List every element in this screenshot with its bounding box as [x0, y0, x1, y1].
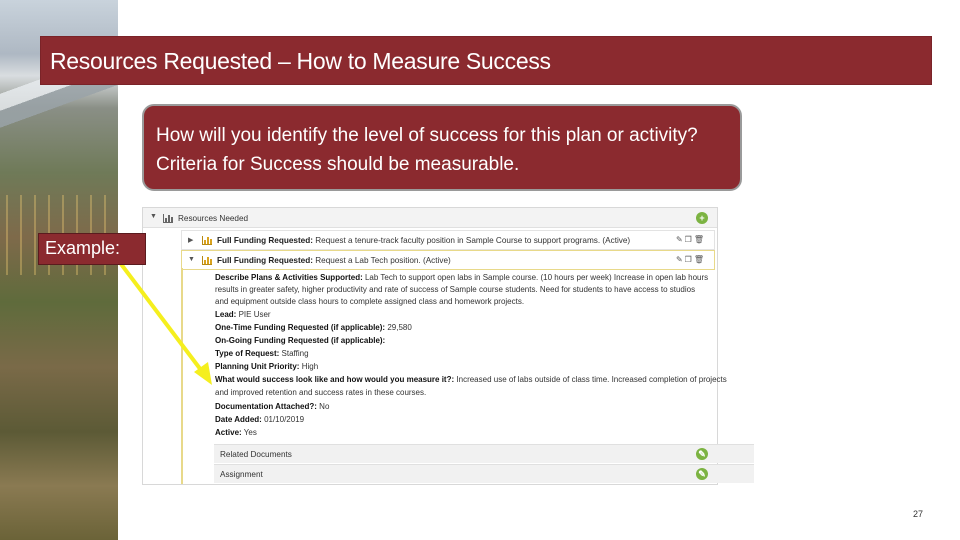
detail-value: No: [319, 402, 330, 411]
row-prefix: Full Funding Requested:: [217, 236, 313, 245]
title-bold: Resources Requested: [50, 48, 272, 74]
delete-icon[interactable]: 🗑: [694, 255, 706, 264]
detail-line: What would success look like and how wou…: [215, 375, 727, 384]
detail-value: Increased use of labs outside of class t…: [456, 375, 727, 384]
resources-header[interactable]: ▼ Resources Needed +: [143, 208, 717, 228]
detail-value: 29,580: [387, 323, 412, 332]
detail-label: Active:: [215, 428, 242, 437]
edit-icon[interactable]: ✎: [676, 255, 685, 264]
detail-line: and improved retention and success rates…: [215, 388, 426, 397]
callout-text: How will you identify the level of succe…: [156, 125, 698, 175]
detail-value: Staffing: [281, 349, 309, 358]
detail-label: What would success look like and how wou…: [215, 375, 455, 384]
list-item[interactable]: ▼ Full Funding Requested: Request a Lab …: [181, 250, 715, 270]
detail-label: Describe Plans & Activities Supported:: [215, 273, 363, 282]
detail-line: Lead: PIE User: [215, 310, 271, 319]
bar-chart-icon: [163, 214, 173, 223]
page-number: 27: [913, 509, 924, 519]
detail-label: On-Going Funding Requested (if applicabl…: [215, 336, 386, 345]
detail-value: Yes: [243, 428, 257, 437]
detail-line: and equipment outside class hours to com…: [215, 297, 524, 306]
copy-icon[interactable]: ❐: [685, 235, 694, 244]
row-tools: ✎❐🗑: [676, 235, 706, 244]
edit-icon[interactable]: ✎: [676, 235, 685, 244]
example-label: Example:: [38, 233, 146, 265]
row-text: Request a tenure-track faculty position …: [315, 236, 631, 245]
subsection-label: Related Documents: [220, 450, 292, 459]
title-rest: How to Measure Success: [296, 48, 551, 74]
detail-value: and equipment outside class hours to com…: [215, 297, 525, 306]
slide: Resources Requested – How to Measure Suc…: [0, 0, 960, 540]
row-prefix: Full Funding Requested:: [217, 256, 313, 265]
list-item-label: Full Funding Requested: Request a Lab Te…: [217, 256, 647, 265]
bar-chart-icon: [202, 236, 212, 245]
callout-box: How will you identify the level of succe…: [142, 104, 742, 191]
detail-line: Documentation Attached?: No: [215, 402, 329, 411]
assignment-row[interactable]: Assignment ✎: [214, 464, 754, 483]
detail-line: Type of Request: Staffing: [215, 349, 309, 358]
screenshot-panel: ▼ Resources Needed + ▶ Full Funding Requ…: [142, 207, 754, 485]
detail-line: Date Added: 01/10/2019: [215, 415, 304, 424]
detail-line: On-Going Funding Requested (if applicabl…: [215, 336, 385, 345]
detail-label: Lead:: [215, 310, 237, 319]
section-title: Resources Needed: [178, 214, 249, 223]
detail-line: results in greater safety, higher produc…: [215, 285, 695, 294]
arrow-shaft: [119, 262, 206, 376]
row-text: Request a Lab Tech position. (Active): [315, 256, 451, 265]
detail-value: and improved retention and success rates…: [215, 388, 427, 397]
detail-line: Planning Unit Priority: High: [215, 362, 318, 371]
list-item[interactable]: ▶ Full Funding Requested: Request a tenu…: [181, 230, 715, 250]
detail-value: results in greater safety, higher produc…: [215, 285, 696, 294]
title-separator: –: [271, 48, 297, 74]
edit-icon[interactable]: ✎: [696, 468, 708, 480]
detail-line: Active: Yes: [215, 428, 257, 437]
detail-value: Lab Tech to support open labs in Sample …: [364, 273, 709, 282]
example-label-text: Example:: [45, 238, 121, 258]
detail-value: 01/10/2019: [264, 415, 305, 424]
detail-label: Date Added:: [215, 415, 262, 424]
detail-line: Describe Plans & Activities Supported: L…: [215, 273, 708, 282]
caret-right-icon[interactable]: ▶: [188, 236, 193, 244]
detail-label: Type of Request:: [215, 349, 280, 358]
detail-label: One-Time Funding Requested (if applicabl…: [215, 323, 386, 332]
caret-down-icon[interactable]: ▼: [150, 213, 157, 220]
arrow-icon: [119, 262, 212, 385]
slide-title: Resources Requested – How to Measure Suc…: [40, 36, 932, 85]
plus-icon[interactable]: +: [696, 212, 708, 224]
edit-icon[interactable]: ✎: [696, 448, 708, 460]
related-documents-row[interactable]: Related Documents ✎: [214, 444, 754, 463]
detail-line: One-Time Funding Requested (if applicabl…: [215, 323, 412, 332]
detail-label: Documentation Attached?:: [215, 402, 317, 411]
subsection-label: Assignment: [220, 470, 263, 479]
detail-value: High: [301, 362, 319, 371]
list-item-label: Full Funding Requested: Request a tenure…: [217, 236, 647, 245]
copy-icon[interactable]: ❐: [685, 255, 694, 264]
detail-value: PIE User: [238, 310, 271, 319]
row-tools: ✎❐🗑: [676, 255, 706, 264]
detail-label: Planning Unit Priority:: [215, 362, 300, 371]
delete-icon[interactable]: 🗑: [694, 235, 706, 244]
detail-panel: Describe Plans & Activities Supported: L…: [181, 268, 754, 484]
